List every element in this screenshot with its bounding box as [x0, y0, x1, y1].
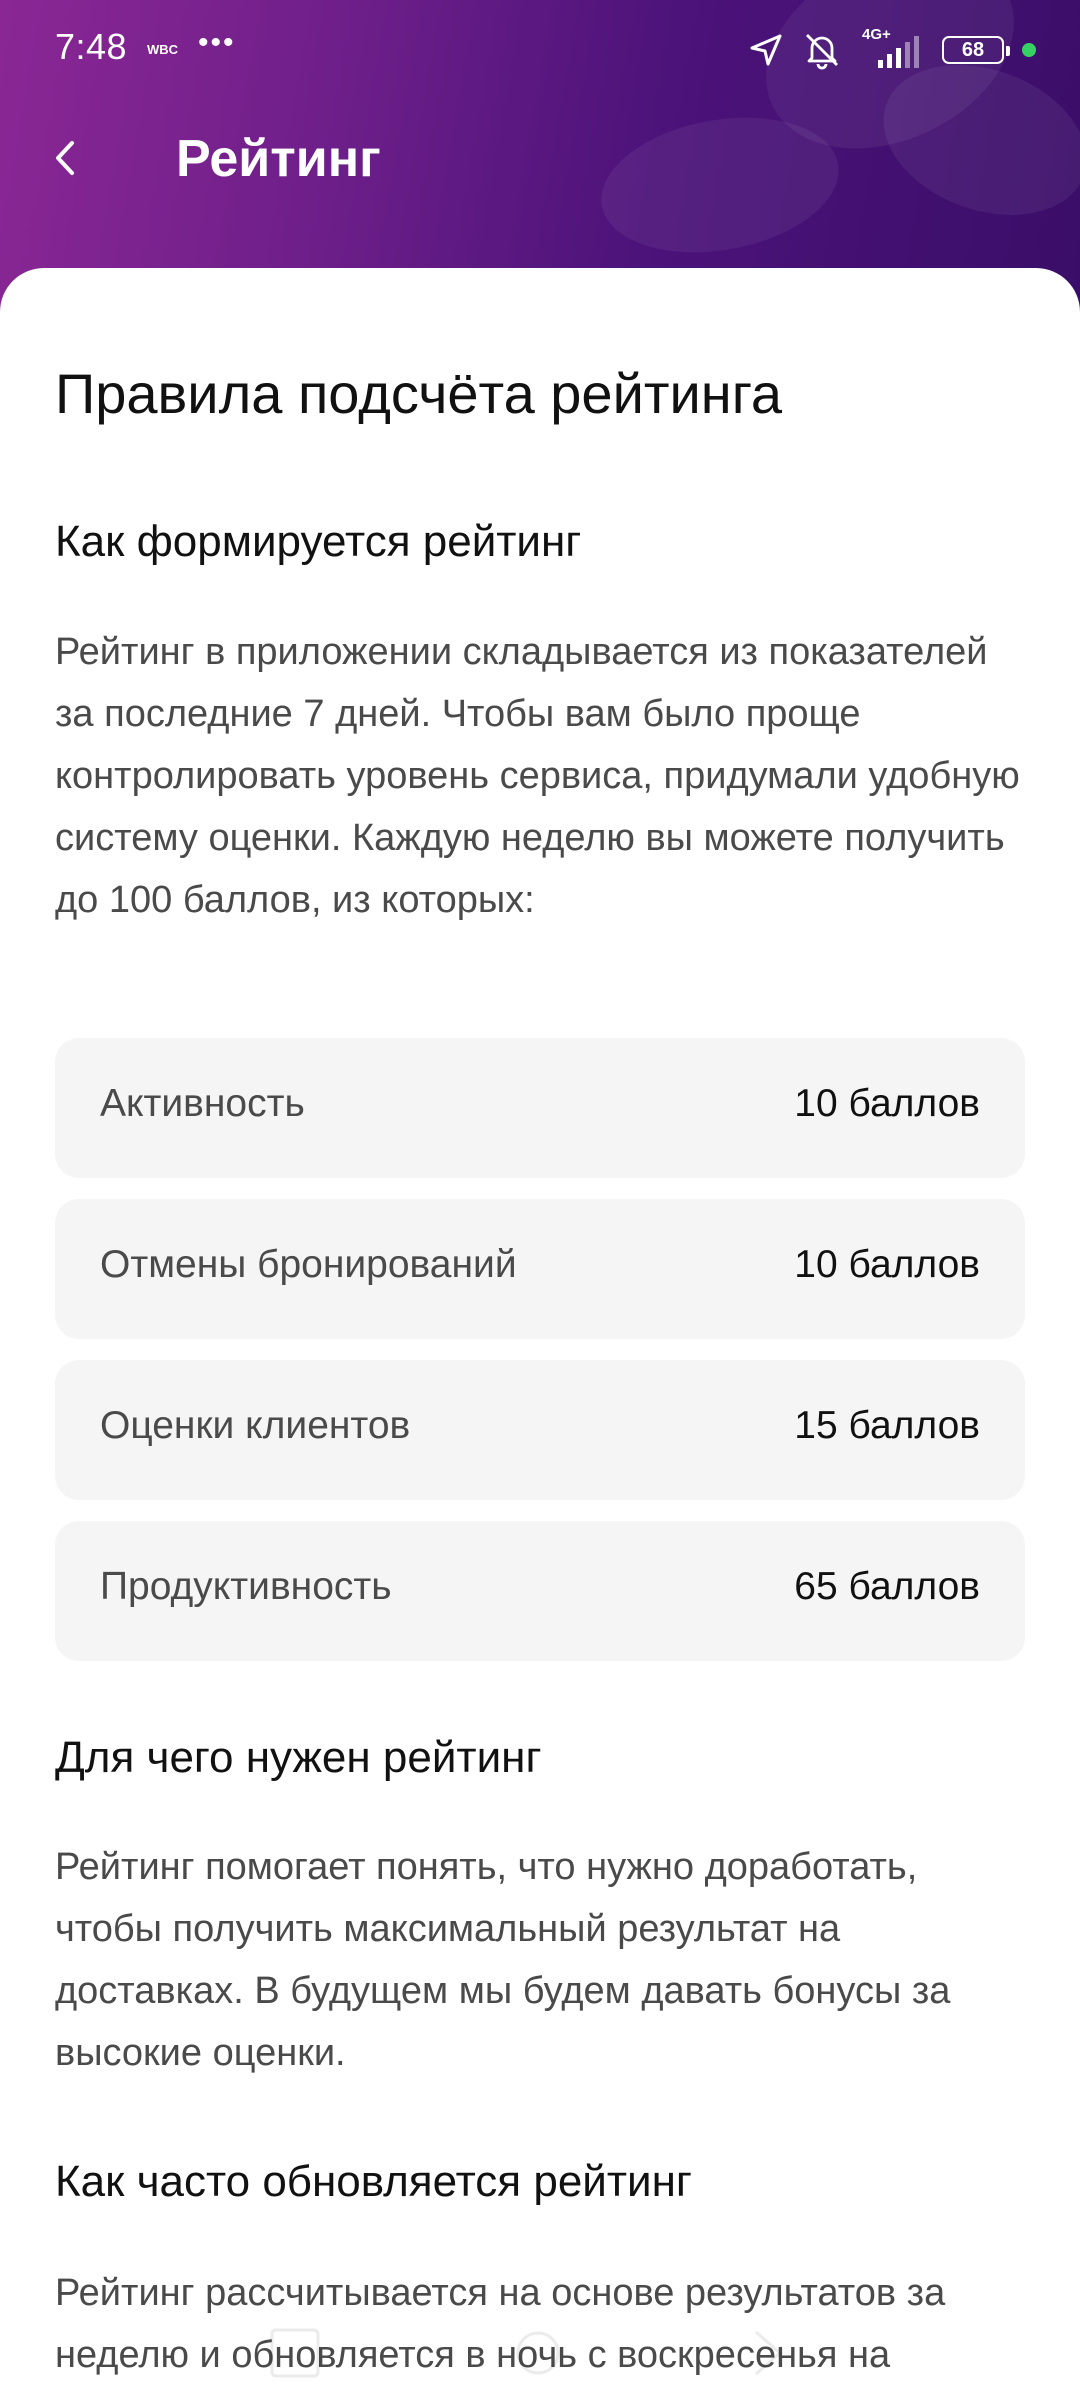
mute-bell-icon [802, 30, 842, 70]
back-button[interactable] [36, 128, 96, 188]
score-label: Оценки клиентов [100, 1404, 411, 1447]
battery-level: 68 [961, 38, 985, 61]
score-label: Продуктивность [100, 1565, 392, 1608]
score-value: 15 баллов [794, 1404, 980, 1447]
section-heading: Как формируется рейтинг [55, 517, 582, 566]
page-title: Правила подсчёта рейтинга [55, 362, 783, 425]
section-heading: Для чего нужен рейтинг [55, 1733, 542, 1782]
score-value: 10 баллов [794, 1243, 980, 1286]
location-arrow-icon [748, 32, 784, 68]
status-bar: 7:48 WBC ••• 4G+ 68 [0, 0, 1080, 100]
score-label: Отмены бронирований [100, 1243, 517, 1286]
active-dot-icon [1022, 43, 1036, 57]
section-text: Рейтинг в приложении складывается из пок… [55, 631, 1020, 921]
status-time: 7:48 [55, 26, 128, 67]
section-text: Рейтинг рассчитывается на основе результ… [55, 2272, 946, 2376]
score-list: Активность 10 баллов Отмены бронирований… [55, 1038, 1025, 1682]
carrier-label: WBC [147, 42, 179, 57]
chevron-left-icon [56, 141, 74, 175]
score-label: Активность [100, 1082, 305, 1125]
section-heading: Как часто обновляется рейтинг [55, 2157, 692, 2206]
app-title: Рейтинг [176, 130, 381, 188]
more-dots-icon: ••• [198, 26, 236, 59]
battery-icon: 68 [942, 36, 1010, 64]
score-value: 65 баллов [794, 1565, 980, 1608]
app-bar: Рейтинг [0, 110, 1080, 210]
score-row: Активность 10 баллов [55, 1038, 1025, 1178]
status-icons: 4G+ 68 [748, 26, 1036, 72]
score-value: 10 баллов [794, 1082, 980, 1125]
section-text: Рейтинг помогает понять, что нужно дораб… [55, 1846, 951, 2074]
signal-icon: 4G+ [860, 26, 924, 70]
score-row: Продуктивность 65 баллов [55, 1521, 1025, 1661]
score-row: Оценки клиентов 15 баллов [55, 1360, 1025, 1500]
score-row: Отмены бронирований 10 баллов [55, 1199, 1025, 1339]
